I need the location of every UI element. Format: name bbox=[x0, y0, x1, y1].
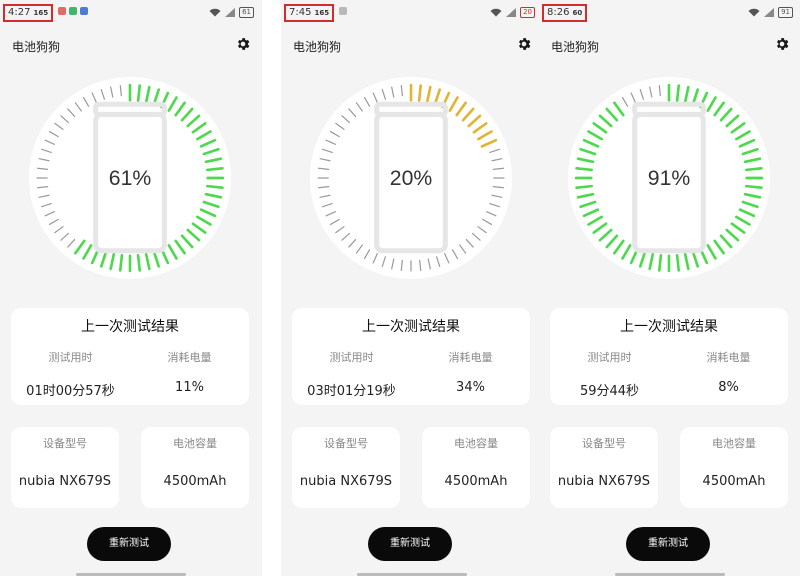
status-time-highlight: 4:27 165 bbox=[3, 4, 54, 22]
usage-value: 11% bbox=[175, 380, 204, 395]
refresh-rate-badge: 60 bbox=[572, 9, 583, 17]
last-test-card: 上一次测试结果 测试用时 消耗电量 03时01分19秒 34% bbox=[292, 308, 530, 405]
battery-status-icon: 91 bbox=[778, 7, 793, 18]
device-model-value: nubia NX679S bbox=[557, 474, 651, 489]
phone-screen: 4:27 165 61 电池狗狗 61% 上一次测试结果 测试用时 消耗电量 0… bbox=[0, 0, 262, 576]
app-title: 电池狗狗 bbox=[293, 40, 342, 54]
status-time: 7:45 bbox=[289, 7, 312, 18]
notification-icon bbox=[69, 7, 77, 15]
device-model-card: 设备型号 nubia NX679S bbox=[550, 427, 658, 508]
notification-icon bbox=[58, 7, 66, 15]
gauge-tick-active bbox=[675, 254, 681, 272]
last-test-title: 上一次测试结果 bbox=[620, 319, 718, 335]
battery-gauge: 91% bbox=[568, 77, 770, 279]
device-model-label: 设备型号 bbox=[43, 437, 87, 450]
status-time-highlight: 7:45 165 bbox=[284, 4, 335, 22]
gauge-tick-active bbox=[575, 166, 593, 172]
system-icons: 91 bbox=[748, 7, 793, 18]
battery-capacity-label: 电池容量 bbox=[173, 437, 217, 450]
battery-capacity-card: 电池容量 4500mAh bbox=[422, 427, 530, 508]
device-model-value: nubia NX679S bbox=[299, 474, 393, 489]
last-test-title: 上一次测试结果 bbox=[81, 319, 179, 335]
duration-label: 测试用时 bbox=[329, 351, 374, 364]
device-model-card: 设备型号 nubia NX679S bbox=[11, 427, 119, 508]
battery-capacity-value: 4500mAh bbox=[163, 474, 227, 489]
last-test-card: 上一次测试结果 测试用时 消耗电量 59分44秒 8% bbox=[550, 308, 788, 405]
duration-value: 59分44秒 bbox=[579, 384, 640, 399]
battery-capacity-value: 4500mAh bbox=[702, 474, 766, 489]
notification-icon bbox=[339, 7, 347, 15]
status-time: 4:27 bbox=[8, 7, 31, 18]
notification-icons bbox=[58, 7, 88, 15]
gauge-tick-active bbox=[136, 254, 142, 272]
device-model-label: 设备型号 bbox=[582, 437, 626, 450]
duration-value: 01时00分57秒 bbox=[26, 384, 115, 399]
duration-value: 03时01分19秒 bbox=[307, 384, 396, 399]
settings-gear-icon[interactable] bbox=[774, 36, 790, 52]
battery-percent: 20% bbox=[390, 167, 433, 190]
gauge-tick-active bbox=[675, 84, 681, 102]
refresh-rate-badge: 165 bbox=[33, 9, 49, 17]
wifi-icon bbox=[209, 8, 221, 17]
settings-gear-icon[interactable] bbox=[516, 36, 532, 52]
notification-icon bbox=[80, 7, 88, 15]
status-time-highlight: 8:26 60 bbox=[542, 4, 588, 22]
usage-value: 34% bbox=[456, 380, 485, 395]
phone-screen: 8:26 60 91 电池狗狗 91% 上一次测试结果 测试用时 消耗电量 59… bbox=[539, 0, 800, 576]
settings-gear-icon[interactable] bbox=[235, 36, 251, 52]
signal-icon bbox=[506, 8, 517, 17]
battery-capacity-label: 电池容量 bbox=[712, 437, 756, 450]
usage-label: 消耗电量 bbox=[448, 351, 493, 364]
device-model-label: 设备型号 bbox=[324, 437, 368, 450]
system-icons: 20 bbox=[490, 7, 535, 18]
last-test-title: 上一次测试结果 bbox=[362, 319, 460, 335]
status-bar: 7:45 165 20 bbox=[281, 0, 543, 26]
signal-icon bbox=[764, 8, 775, 17]
battery-gauge: 61% bbox=[29, 77, 231, 279]
retest-button[interactable]: 重新测试 bbox=[626, 527, 710, 561]
gauge-tick-active bbox=[136, 84, 142, 102]
signal-icon bbox=[225, 8, 236, 17]
usage-label: 消耗电量 bbox=[706, 351, 751, 364]
app-title: 电池狗狗 bbox=[551, 40, 600, 54]
battery-percent: 91% bbox=[648, 167, 691, 190]
system-icons: 61 bbox=[209, 7, 254, 18]
gauge-tick-active bbox=[575, 184, 593, 190]
duration-label: 测试用时 bbox=[48, 351, 93, 364]
retest-button[interactable]: 重新测试 bbox=[368, 527, 452, 561]
usage-value: 8% bbox=[718, 380, 739, 395]
refresh-rate-badge: 165 bbox=[314, 9, 330, 17]
gauge-tick-active bbox=[745, 184, 763, 190]
gauge-tick-active bbox=[657, 254, 663, 272]
gauge-tick-active bbox=[417, 84, 423, 102]
battery-capacity-value: 4500mAh bbox=[444, 474, 508, 489]
wifi-icon bbox=[490, 8, 502, 17]
usage-label: 消耗电量 bbox=[167, 351, 212, 364]
status-bar: 8:26 60 91 bbox=[539, 0, 800, 26]
notification-icons bbox=[339, 7, 347, 15]
battery-capacity-card: 电池容量 4500mAh bbox=[141, 427, 249, 508]
phone-screen: 7:45 165 20 电池狗狗 20% 上一次测试结果 测试用时 消耗电量 0… bbox=[281, 0, 543, 576]
gauge-tick-active bbox=[745, 166, 763, 172]
battery-status-icon: 61 bbox=[239, 7, 254, 18]
retest-button[interactable]: 重新测试 bbox=[87, 527, 171, 561]
gauge-tick-active bbox=[206, 166, 224, 172]
device-model-value: nubia NX679S bbox=[18, 474, 112, 489]
last-test-card: 上一次测试结果 测试用时 消耗电量 01时00分57秒 11% bbox=[11, 308, 249, 405]
status-bar: 4:27 165 61 bbox=[0, 0, 262, 26]
battery-status-icon: 20 bbox=[520, 7, 535, 18]
battery-gauge: 20% bbox=[310, 77, 512, 279]
app-title: 电池狗狗 bbox=[12, 40, 61, 54]
gauge-tick-active bbox=[118, 254, 124, 272]
battery-capacity-label: 电池容量 bbox=[454, 437, 498, 450]
wifi-icon bbox=[748, 8, 760, 17]
duration-label: 测试用时 bbox=[587, 351, 632, 364]
gauge-tick-active bbox=[206, 184, 224, 190]
device-model-card: 设备型号 nubia NX679S bbox=[292, 427, 400, 508]
status-time: 8:26 bbox=[547, 7, 570, 18]
battery-percent: 61% bbox=[109, 167, 152, 190]
battery-capacity-card: 电池容量 4500mAh bbox=[680, 427, 788, 508]
